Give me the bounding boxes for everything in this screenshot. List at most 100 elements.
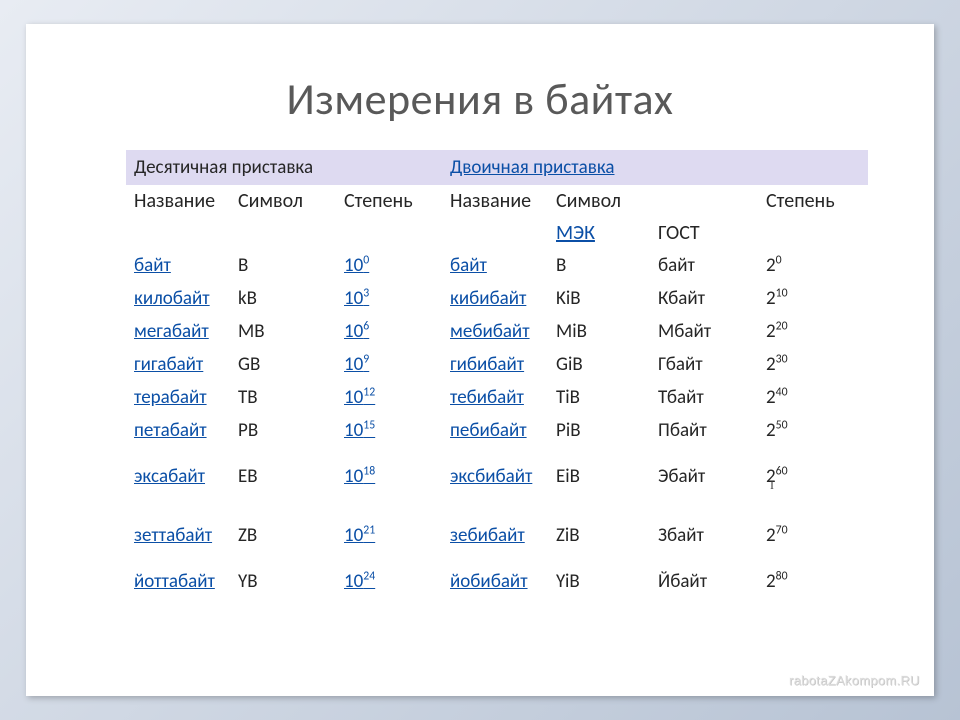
iec-link[interactable]: МЭК <box>556 221 595 245</box>
bin-name-link[interactable]: байт <box>450 254 487 277</box>
bin-power-cell: 280 <box>758 565 868 598</box>
bin-name-cell: йобибайт <box>442 565 548 598</box>
table-row: эксабайтEB1018эксбибайтEiBЭбайт260 <box>126 447 868 506</box>
bin-name-cell: байт <box>442 249 548 282</box>
dec-power-link[interactable]: 100 <box>344 254 369 277</box>
slide: Измерения в байтах Десятичная приставка … <box>26 24 934 696</box>
bin-name-cell: тебибайт <box>442 381 548 414</box>
bin-power-cell: 240 <box>758 381 868 414</box>
col-power-bin: Степень <box>758 185 868 217</box>
bin-name-cell: гибибайт <box>442 348 548 381</box>
bin-name-link[interactable]: зебибайт <box>450 524 525 547</box>
col-symbol-dec: Символ <box>230 185 336 217</box>
table-row: байтB100байтBбайт20 <box>126 249 868 282</box>
dec-power-link[interactable]: 103 <box>344 287 369 310</box>
page-title: Измерения в байтах <box>26 72 934 126</box>
column-header-row-1: Название Символ Степень Название Символ … <box>126 185 868 217</box>
dec-name-link[interactable]: терабайт <box>134 386 207 409</box>
dec-name-link[interactable]: эксабайт <box>134 465 205 488</box>
dec-name-link[interactable]: йоттабайт <box>134 570 215 593</box>
bin-name-cell: мебибайт <box>442 315 548 348</box>
bin-iec-symbol-cell: YiB <box>548 565 650 598</box>
dec-symbol-cell: GB <box>230 348 336 381</box>
bin-iec-symbol-cell: PiB <box>548 414 650 447</box>
bin-gost-symbol-cell: Збайт <box>650 506 758 565</box>
bin-name-link[interactable]: мебибайт <box>450 320 530 343</box>
bin-name-link[interactable]: эксбибайт <box>450 465 532 488</box>
dec-name-cell: гигабайт <box>126 348 230 381</box>
dec-name-cell: терабайт <box>126 381 230 414</box>
dec-name-cell: петабайт <box>126 414 230 447</box>
table-row: йоттабайт YB 1024 йобибайт YiBЙбайт280 <box>126 565 868 598</box>
dec-symbol-cell: YB <box>230 565 336 598</box>
col-iec: МЭК <box>548 217 650 249</box>
bin-power-cell: 220 <box>758 315 868 348</box>
dec-name-link[interactable]: килобайт <box>134 287 210 310</box>
bin-iec-symbol-cell: ZiB <box>548 506 650 565</box>
bin-name-cell: пебибайт <box>442 414 548 447</box>
byte-table-wrap: Десятичная приставка Двоичная приставка … <box>126 150 868 598</box>
dec-name-link[interactable]: зеттабайт <box>134 524 212 547</box>
column-header-row-2: МЭК ГОСТ <box>126 217 868 249</box>
bin-gost-symbol-cell: байт <box>650 249 758 282</box>
dec-power-cell: 1015 <box>336 414 442 447</box>
bin-name-link[interactable]: гибибайт <box>450 353 524 376</box>
col-gost: ГОСТ <box>650 217 758 249</box>
bin-name-link[interactable]: кибибайт <box>450 287 526 310</box>
dec-name-cell: килобайт <box>126 282 230 315</box>
dec-power-link[interactable]: 1012 <box>344 386 375 409</box>
table-row: петабайт PB 1015 пебибайт PiBПбайт250 <box>126 414 868 447</box>
bin-power-cell: 260 <box>758 447 868 506</box>
binary-prefix-link[interactable]: Двоичная приставка <box>450 156 614 179</box>
dec-name-link[interactable]: байт <box>134 254 171 277</box>
bin-power-cell: 250 <box>758 414 868 447</box>
bin-gost-symbol-cell: Пбайт <box>650 414 758 447</box>
bin-power-cell: 230 <box>758 348 868 381</box>
col-symbol-bin: Символ <box>548 185 758 217</box>
dec-power-link[interactable]: 1021 <box>344 524 375 547</box>
dec-power-link[interactable]: 1015 <box>344 419 375 442</box>
bin-power-cell: 210 <box>758 282 868 315</box>
dec-power-link[interactable]: 1018 <box>344 465 375 488</box>
section-header-row: Десятичная приставка Двоичная приставка <box>126 150 868 185</box>
dec-power-cell: 106 <box>336 315 442 348</box>
decimal-prefix-header: Десятичная приставка <box>126 150 442 185</box>
bin-iec-symbol-cell: MiB <box>548 315 650 348</box>
dec-symbol-cell: ZB <box>230 506 336 565</box>
bin-name-link[interactable]: йобибайт <box>450 570 528 593</box>
dec-name-cell: йоттабайт <box>126 565 230 598</box>
dec-name-cell: эксабайт <box>126 447 230 506</box>
text-cursor-icon: I <box>770 478 774 493</box>
bin-name-link[interactable]: тебибайт <box>450 386 524 409</box>
dec-power-link[interactable]: 106 <box>344 320 369 343</box>
dec-symbol-cell: EB <box>230 447 336 506</box>
byte-table: Десятичная приставка Двоичная приставка … <box>126 150 868 598</box>
dec-power-link[interactable]: 1024 <box>344 570 375 593</box>
bin-name-cell: кибибайт <box>442 282 548 315</box>
dec-power-cell: 109 <box>336 348 442 381</box>
dec-power-cell: 103 <box>336 282 442 315</box>
dec-name-link[interactable]: петабайт <box>134 419 207 442</box>
bin-power-cell: 20 <box>758 249 868 282</box>
bin-iec-symbol-cell: GiB <box>548 348 650 381</box>
dec-name-link[interactable]: мегабайт <box>134 320 209 343</box>
bin-name-link[interactable]: пебибайт <box>450 419 527 442</box>
dec-symbol-cell: MB <box>230 315 336 348</box>
bin-gost-symbol-cell: Йбайт <box>650 565 758 598</box>
col-power-dec: Степень <box>336 185 442 217</box>
dec-symbol-cell: B <box>230 249 336 282</box>
watermark: rabotaZAkompom.RU <box>789 673 920 688</box>
table-row: гигабайтGB109гибибайтGiBГбайт230 <box>126 348 868 381</box>
dec-power-link[interactable]: 109 <box>344 353 369 376</box>
dec-symbol-cell: kB <box>230 282 336 315</box>
bin-name-cell: зебибайт <box>442 506 548 565</box>
col-name-dec: Название <box>126 185 230 217</box>
table-row: зеттабайтZB1021зебибайтZiBЗбайт270 <box>126 506 868 565</box>
bin-iec-symbol-cell: KiB <box>548 282 650 315</box>
dec-power-cell: 1018 <box>336 447 442 506</box>
dec-name-cell: мегабайт <box>126 315 230 348</box>
dec-symbol-cell: PB <box>230 414 336 447</box>
bin-iec-symbol-cell: EiB <box>548 447 650 506</box>
dec-name-link[interactable]: гигабайт <box>134 353 203 376</box>
dec-power-cell: 100 <box>336 249 442 282</box>
